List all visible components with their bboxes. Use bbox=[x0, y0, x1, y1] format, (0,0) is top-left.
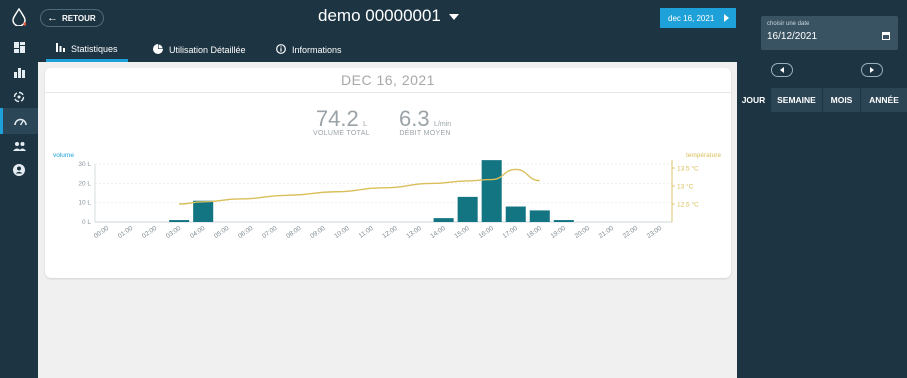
play-right-icon bbox=[724, 14, 729, 22]
right-axis-title: température bbox=[686, 152, 721, 159]
y2-tick-label: 13.5 °C bbox=[677, 165, 699, 173]
x-tick-label: 17:00 bbox=[502, 225, 520, 240]
x-tick-label: 16:00 bbox=[477, 225, 495, 240]
y2-tick-label: 12.5 °C bbox=[677, 201, 699, 209]
date-picker-value: 16/12/2021 bbox=[767, 31, 818, 42]
tab-label: Informations bbox=[292, 45, 342, 55]
x-tick-label: 07:00 bbox=[261, 225, 279, 240]
volume-bar bbox=[505, 206, 526, 222]
x-tick-label: 00:00 bbox=[93, 225, 111, 240]
tab-bar: Statistiques Utilisation Détaillée Infor… bbox=[38, 38, 737, 62]
x-tick-label: 23:00 bbox=[646, 225, 664, 240]
back-button[interactable]: ← RETOUR bbox=[40, 9, 104, 27]
stats-card: DEC 16, 2021 74.2 L VOLUME TOTAL 6.3 L/m… bbox=[45, 68, 731, 278]
period-annee[interactable]: ANNÉE bbox=[861, 88, 907, 112]
device-title: demo 00000001 bbox=[318, 6, 441, 25]
x-tick-label: 05:00 bbox=[213, 225, 231, 240]
prev-period-button[interactable] bbox=[771, 63, 793, 77]
x-tick-label: 18:00 bbox=[526, 225, 544, 240]
x-tick-label: 11:00 bbox=[358, 225, 375, 240]
x-tick-label: 20:00 bbox=[574, 225, 592, 240]
bar-stats-icon[interactable] bbox=[0, 59, 38, 85]
top-header: ← RETOUR demo 00000001 dec 16, 2021 bbox=[38, 0, 737, 42]
period-selector: JOUR SEMAINE MOIS ANNÉE bbox=[737, 88, 907, 112]
volume-bar bbox=[169, 220, 190, 222]
period-mois[interactable]: MOIS bbox=[823, 88, 861, 112]
x-tick-label: 14:00 bbox=[429, 225, 447, 240]
next-period-button[interactable] bbox=[861, 63, 883, 77]
x-tick-label: 03:00 bbox=[165, 225, 183, 240]
arrow-left-icon: ← bbox=[47, 12, 58, 24]
y2-tick-label: 13 °C bbox=[677, 183, 694, 191]
right-panel: choisir une date 16/12/2021 JOUR SEMAINE… bbox=[737, 0, 907, 378]
caret-down-icon bbox=[448, 14, 459, 20]
tab-label: Statistiques bbox=[71, 43, 118, 54]
dashboard-icon[interactable] bbox=[0, 34, 38, 60]
users-icon[interactable] bbox=[0, 133, 38, 159]
volume-bar bbox=[433, 218, 454, 222]
x-tick-label: 09:00 bbox=[309, 225, 327, 240]
x-tick-label: 04:00 bbox=[189, 225, 207, 240]
back-button-label: RETOUR bbox=[62, 13, 96, 23]
date-pill-label: dec 16, 2021 bbox=[668, 13, 715, 23]
date-picker-label: choisir une date bbox=[767, 21, 810, 27]
x-tick-label: 22:00 bbox=[622, 225, 640, 240]
x-tick-label: 01:00 bbox=[117, 225, 135, 240]
calendar-icon[interactable] bbox=[882, 32, 890, 40]
main-content: DEC 16, 2021 74.2 L VOLUME TOTAL 6.3 L/m… bbox=[38, 62, 737, 378]
volume-bar bbox=[553, 220, 574, 222]
bar-chart-icon bbox=[56, 42, 65, 55]
x-tick-label: 12:00 bbox=[381, 225, 399, 240]
side-nav-rail bbox=[0, 0, 38, 378]
gauge-icon[interactable] bbox=[0, 108, 38, 134]
x-tick-label: 02:00 bbox=[141, 225, 159, 240]
volume-temperature-chart: volume température 0 L 10 L 20 L 30 L 12.5 °C 1… bbox=[53, 152, 721, 240]
y-tick-label: 20 L bbox=[78, 180, 91, 187]
period-semaine[interactable]: SEMAINE bbox=[771, 88, 823, 112]
tab-label: Utilisation Détaillée bbox=[169, 45, 246, 55]
chevron-right-icon bbox=[870, 67, 874, 73]
tab-informations[interactable]: Informations bbox=[266, 38, 352, 62]
tab-utilisation-detaillee[interactable]: Utilisation Détaillée bbox=[143, 38, 256, 62]
y-tick-label: 10 L bbox=[78, 200, 91, 207]
left-axis-title: volume bbox=[53, 152, 74, 159]
x-tick-label: 21:00 bbox=[598, 225, 616, 240]
tab-statistiques[interactable]: Statistiques bbox=[46, 38, 128, 62]
volume-bar bbox=[529, 210, 550, 222]
y-tick-label: 30 L bbox=[78, 161, 91, 168]
pie-chart-icon bbox=[153, 43, 163, 57]
x-tick-label: 10:00 bbox=[333, 225, 351, 240]
device-selector[interactable]: demo 00000001 bbox=[318, 6, 459, 26]
usage-icon[interactable] bbox=[0, 84, 38, 110]
volume-bar bbox=[193, 200, 214, 222]
date-picker-field[interactable]: choisir une date 16/12/2021 bbox=[761, 16, 898, 50]
x-tick-label: 13:00 bbox=[405, 225, 423, 240]
water-drop-logo-icon[interactable] bbox=[0, 4, 38, 30]
info-icon bbox=[276, 43, 286, 57]
volume-bar bbox=[457, 196, 478, 222]
x-tick-label: 15:00 bbox=[453, 225, 471, 240]
y-tick-label: 0 L bbox=[82, 219, 91, 226]
x-tick-label: 08:00 bbox=[285, 225, 303, 240]
x-tick-label: 19:00 bbox=[550, 225, 568, 240]
account-icon[interactable] bbox=[0, 157, 38, 183]
volume-bar bbox=[481, 160, 502, 222]
date-pill-button[interactable]: dec 16, 2021 bbox=[660, 8, 736, 28]
chevron-left-icon bbox=[780, 67, 784, 73]
x-tick-label: 06:00 bbox=[237, 225, 255, 240]
period-jour[interactable]: JOUR bbox=[737, 88, 771, 112]
